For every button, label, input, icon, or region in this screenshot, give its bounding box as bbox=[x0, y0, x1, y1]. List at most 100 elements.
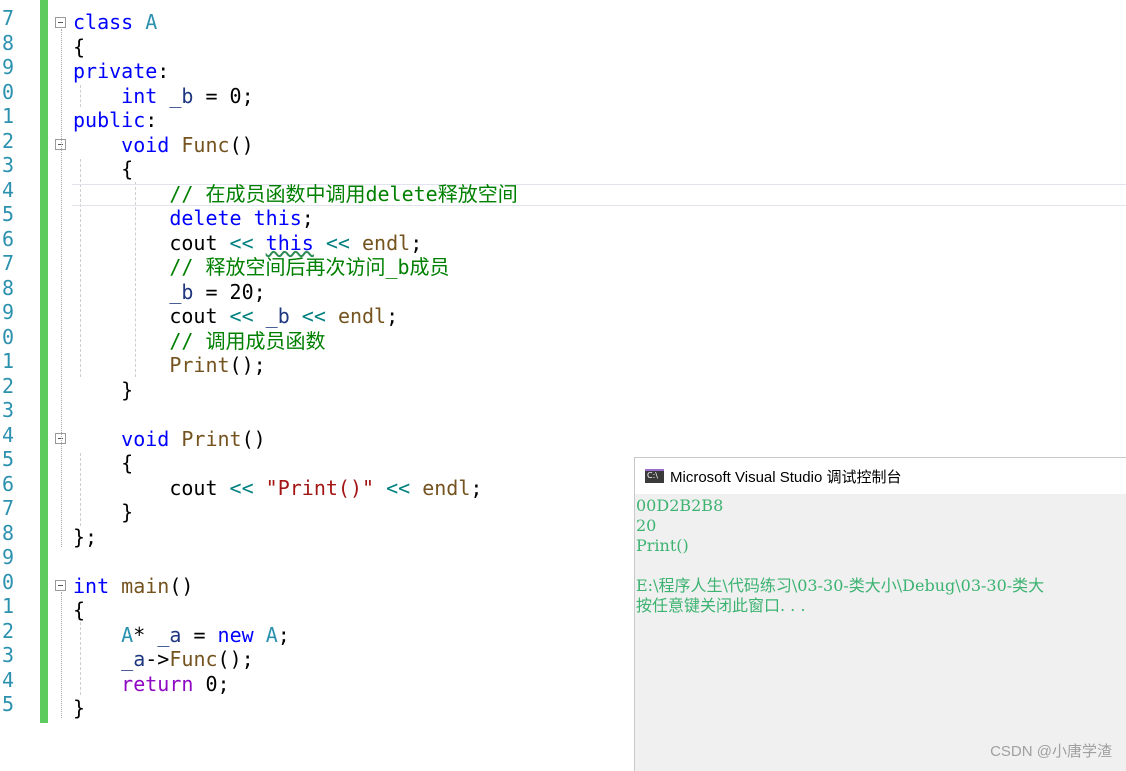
code-token: endl bbox=[337, 304, 387, 328]
code-line: int main() bbox=[73, 574, 193, 599]
code-token: this bbox=[241, 206, 302, 230]
code-token: = 0; bbox=[193, 83, 254, 108]
code-line: cout << _b << endl; bbox=[73, 304, 398, 329]
line-number: 2 bbox=[1, 618, 14, 643]
code-line: void Print() bbox=[73, 427, 266, 452]
change-tracking-bar bbox=[40, 0, 48, 723]
line-number: 7 bbox=[1, 251, 14, 275]
code-token: } bbox=[121, 500, 134, 524]
line-number: 1 bbox=[1, 594, 14, 618]
code-line: void Func() bbox=[73, 132, 254, 158]
fold-toggle-class-icon[interactable] bbox=[55, 17, 66, 28]
code-token: = bbox=[181, 622, 218, 647]
code-token: _b bbox=[157, 83, 194, 108]
line-number: 8 bbox=[1, 30, 14, 55]
console-titlebar[interactable]: C:\ Microsoft Visual Studio 调试控制台 bbox=[635, 458, 1126, 494]
code-token: -> bbox=[145, 647, 170, 671]
code-token: class bbox=[73, 10, 134, 34]
code-token: { bbox=[73, 598, 86, 622]
code-token: 0; bbox=[193, 671, 230, 696]
code-token: ; bbox=[386, 304, 399, 328]
console-output-line: Print() bbox=[636, 536, 689, 555]
code-token: (); bbox=[229, 353, 266, 377]
fold-toggle-main-icon[interactable] bbox=[55, 580, 66, 591]
line-number: 9 bbox=[1, 545, 14, 569]
code-token: << bbox=[217, 304, 266, 328]
line-number: 4 bbox=[1, 667, 14, 692]
code-token: endl bbox=[422, 475, 471, 500]
code-comment: // 在成员函数中调用delete释放空间 bbox=[169, 181, 518, 206]
code-token: void bbox=[121, 426, 170, 451]
code-token: A bbox=[121, 622, 134, 647]
code-token: << bbox=[289, 304, 338, 328]
console-output-line: 20 bbox=[636, 516, 657, 535]
code-token: ; bbox=[470, 475, 483, 500]
code-line: _b = 20; bbox=[73, 279, 265, 305]
code-token: return bbox=[121, 671, 194, 696]
line-number: 6 bbox=[1, 226, 14, 251]
code-line: { bbox=[73, 157, 133, 182]
fold-region-line bbox=[61, 29, 63, 547]
debug-console-window[interactable]: C:\ Microsoft Visual Studio 调试控制台 00D2B2… bbox=[634, 457, 1126, 771]
code-token: "Print()" bbox=[265, 475, 375, 500]
code-token: int bbox=[73, 573, 110, 598]
line-number: 5 bbox=[1, 202, 14, 226]
code-token: () bbox=[241, 426, 266, 451]
code-line: // 在成员函数中调用delete释放空间 bbox=[73, 181, 518, 207]
code-token: { bbox=[121, 157, 134, 181]
code-token: () bbox=[229, 132, 254, 157]
code-token: this bbox=[265, 230, 314, 255]
code-comment: // 调用成员函数 bbox=[169, 328, 326, 353]
console-title: Microsoft Visual Studio 调试控制台 bbox=[670, 469, 902, 486]
code-token: : bbox=[145, 108, 158, 132]
code-token: _b bbox=[169, 279, 194, 304]
code-token: << bbox=[217, 475, 266, 500]
line-number: 8 bbox=[1, 520, 14, 545]
code-line: _a->Func(); bbox=[73, 647, 254, 672]
code-line: { bbox=[73, 598, 85, 623]
code-token: * bbox=[133, 622, 158, 647]
line-number: 5 bbox=[1, 692, 14, 716]
line-number: 4 bbox=[1, 177, 14, 202]
code-token: }; bbox=[73, 524, 98, 549]
code-token: endl bbox=[362, 230, 411, 255]
code-token: main bbox=[109, 573, 170, 598]
console-output: 00D2B2B8 20 Print() E:\程序人生\代码练习\03-30-类大小\… bbox=[636, 496, 1126, 616]
code-comment: // 释放空间后再次访问_b成员 bbox=[169, 255, 450, 279]
code-line: int _b = 0; bbox=[73, 83, 254, 109]
code-token: new bbox=[217, 622, 266, 647]
code-line: } bbox=[73, 696, 85, 721]
code-token: (); bbox=[217, 647, 254, 671]
code-line: }; bbox=[73, 525, 97, 550]
line-number: 9 bbox=[1, 55, 14, 79]
code-line: cout << "Print()" << endl; bbox=[73, 476, 482, 501]
code-token: public bbox=[73, 108, 146, 132]
code-line: cout << this << endl; bbox=[73, 231, 422, 256]
code-token: cout bbox=[169, 304, 218, 328]
console-output-line: E:\程序人生\代码练习\03-30-类大小\Debug\03-30-类大 bbox=[636, 576, 1045, 595]
code-token: << bbox=[313, 230, 363, 255]
code-token: << bbox=[374, 475, 423, 500]
code-line: } bbox=[73, 500, 133, 525]
code-token: delete bbox=[169, 206, 242, 230]
code-line: delete this; bbox=[73, 206, 314, 231]
line-number: 1 bbox=[1, 104, 14, 128]
fold-region-line bbox=[61, 592, 63, 718]
line-number: 3 bbox=[1, 643, 14, 667]
code-line: { bbox=[73, 35, 85, 60]
code-token: Print bbox=[169, 353, 230, 377]
line-number: 3 bbox=[1, 153, 14, 177]
line-number: 7 bbox=[1, 496, 14, 520]
code-line: class A bbox=[73, 10, 157, 35]
code-token: << bbox=[217, 230, 266, 255]
code-token: A bbox=[265, 622, 278, 647]
code-token: void bbox=[121, 132, 170, 157]
code-line: // 释放空间后再次访问_b成员 bbox=[73, 255, 450, 280]
line-number: 5 bbox=[1, 447, 14, 471]
code-token: Func bbox=[169, 132, 230, 157]
code-token: ; bbox=[301, 206, 314, 230]
line-number: 0 bbox=[1, 569, 14, 594]
code-token: cout bbox=[169, 230, 218, 255]
code-token: ; bbox=[277, 622, 290, 647]
code-token: A bbox=[133, 10, 158, 34]
